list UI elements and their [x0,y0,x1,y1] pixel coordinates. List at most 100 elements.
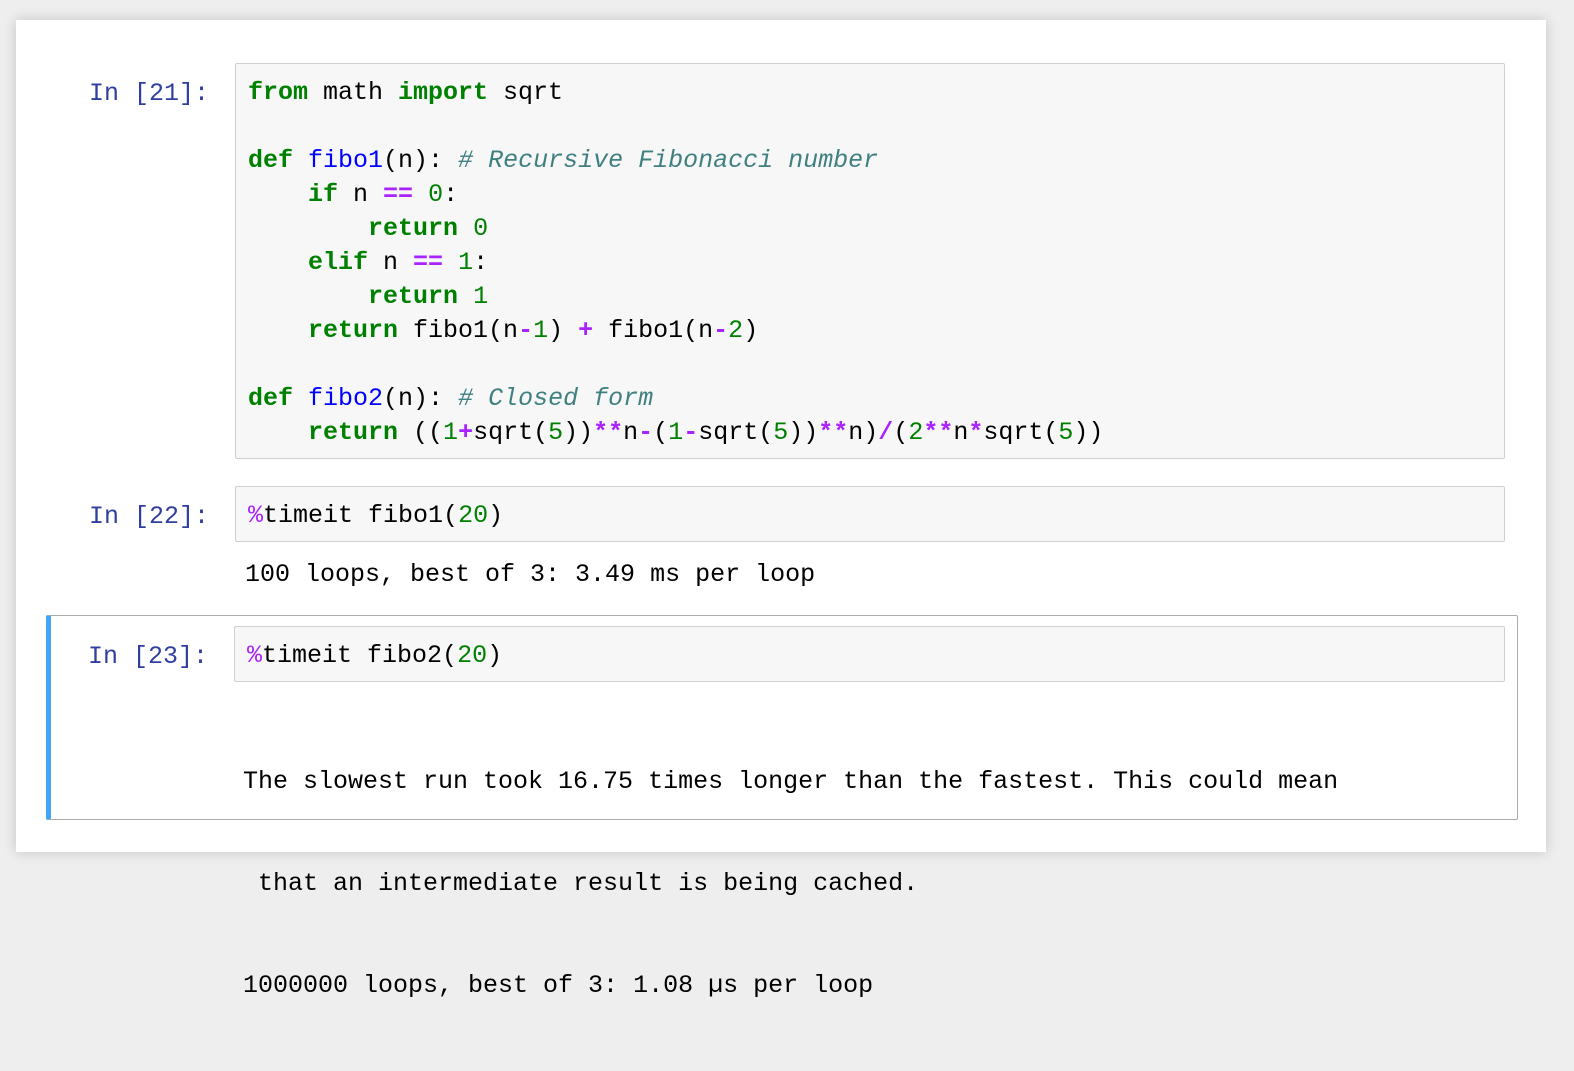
code-line: elif n == 1: [248,246,1492,280]
code-line: if n == 0: [248,178,1492,212]
code-text: )) [788,418,819,447]
output-line: The slowest run took 16.75 times longer … [243,767,1339,796]
code-text: n [623,418,639,447]
number-token: 1 [533,316,549,345]
keyword-token: elif [308,248,369,277]
cell-output: The slowest run took 16.75 times longer … [243,697,1338,1071]
input-prompt: In [21]: [89,79,210,108]
code-line: %timeit fibo2(20) [247,639,1492,673]
code-text: timeit fibo1( [263,501,459,530]
code-text: sqrt( [698,418,774,447]
code-text: (n): [383,146,459,175]
code-text: ( [653,418,669,447]
code-line: %timeit fibo1(20) [248,499,1492,533]
function-name-token: fibo1 [308,146,384,175]
code-cell-23[interactable]: In [23]: %timeit fibo2(20) The slowest r… [46,615,1518,1000]
code-text: fibo1(n [398,316,519,345]
code-text: (n): [383,384,459,413]
operator-token: ** [818,418,849,447]
magic-token: % [248,501,264,530]
code-text: sqrt( [473,418,549,447]
code-cell-22[interactable]: In [22]: %timeit fibo1(20) 100 loops, be… [46,485,1518,607]
code-line: return fibo1(n-1) + fibo1(n-2) [248,314,1492,348]
code-text: ) [487,641,503,670]
code-input[interactable]: from math import sqrt def fibo1(n): # Re… [235,63,1505,459]
code-line: return 1 [248,280,1492,314]
keyword-token: from [248,78,309,107]
code-text: (( [398,418,444,447]
code-text: )) [1073,418,1104,447]
operator-token: * [968,418,984,447]
code-input[interactable]: %timeit fibo2(20) [234,626,1505,682]
number-token: 1 [668,418,684,447]
code-text: )) [563,418,594,447]
comment-token: # Closed form [458,384,654,413]
number-token: 2 [908,418,924,447]
code-text: math [308,78,399,107]
code-cell-21[interactable]: In [21]: from math import sqrt def fibo1… [46,62,1518,464]
operator-token: - [683,418,699,447]
number-token: 1 [458,248,474,277]
code-text: ( [893,418,909,447]
function-name-token: fibo2 [308,384,384,413]
keyword-token: import [398,78,489,107]
number-token: 2 [728,316,744,345]
operator-token: ** [923,418,954,447]
number-token: 0 [428,180,444,209]
code-input[interactable]: %timeit fibo1(20) [235,486,1505,542]
code-text: : [443,180,459,209]
code-text: sqrt [488,78,564,107]
operator-token: - [638,418,654,447]
keyword-token: def [248,384,294,413]
number-token: 5 [548,418,564,447]
operator-token: == [413,248,444,277]
code-text: ) [488,501,504,530]
comment-token: # Recursive Fibonacci number [458,146,879,175]
code-text: n) [848,418,879,447]
code-editor[interactable]: %timeit fibo2(20) [235,627,1504,681]
keyword-token: return [308,316,399,345]
keyword-token: return [368,282,459,311]
code-text: timeit fibo2( [262,641,458,670]
input-prompt: In [22]: [89,502,210,531]
operator-token: / [878,418,894,447]
operator-token: - [518,316,534,345]
keyword-token: return [308,418,399,447]
number-token: 5 [773,418,789,447]
output-line: 1000000 loops, best of 3: 1.08 µs per lo… [243,971,874,1000]
operator-token: + [458,418,474,447]
operator-token: == [383,180,414,209]
cell-output: 100 loops, best of 3: 3.49 ms per loop [245,560,816,589]
code-line: def fibo2(n): # Closed form [248,382,1492,416]
keyword-token: def [248,146,294,175]
notebook-panel: In [21]: from math import sqrt def fibo1… [16,20,1546,1000]
code-editor[interactable]: from math import sqrt def fibo1(n): # Re… [236,64,1504,458]
input-prompt: In [23]: [88,642,209,671]
code-text: ) [548,316,579,345]
code-editor[interactable]: %timeit fibo1(20) [236,487,1504,541]
number-token: 20 [457,641,488,670]
operator-token: - [713,316,729,345]
magic-token: % [247,641,263,670]
keyword-token: if [308,180,339,209]
number-token: 1 [473,282,489,311]
output-line: that an intermediate result is being cac… [243,869,919,898]
number-token: 5 [1058,418,1074,447]
code-text: n [953,418,969,447]
code-text: n [368,248,414,277]
number-token: 0 [473,214,489,243]
code-line: return 0 [248,212,1492,246]
operator-token: + [578,316,594,345]
code-text: sqrt( [983,418,1059,447]
